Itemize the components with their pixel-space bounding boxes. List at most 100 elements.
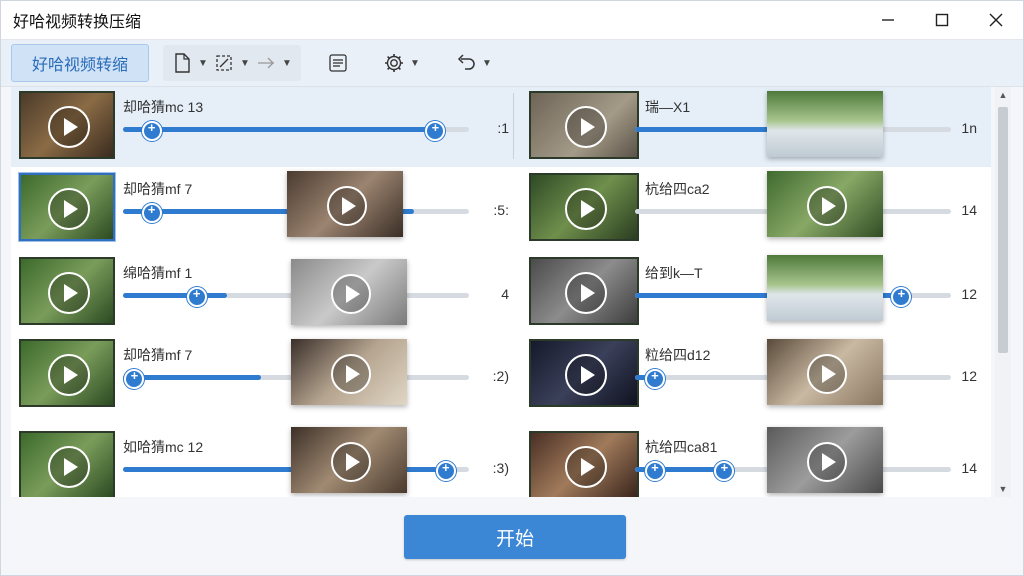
play-icon[interactable]	[565, 272, 607, 314]
play-icon[interactable]	[565, 354, 607, 396]
video-name: 杭给四ca81	[645, 439, 718, 455]
list-item[interactable]: 瑞—X1 1n	[515, 87, 991, 167]
slider-handle[interactable]	[141, 202, 162, 223]
video-thumbnail[interactable]	[529, 339, 639, 407]
file-button[interactable]	[169, 50, 195, 76]
play-icon[interactable]	[331, 442, 371, 482]
list-icon	[329, 54, 347, 72]
crop-dropdown[interactable]: ▼	[237, 50, 253, 76]
video-thumbnail[interactable]	[19, 339, 115, 407]
gear-icon	[385, 54, 403, 72]
split-dropdown[interactable]: ▼	[279, 50, 295, 76]
play-icon[interactable]	[807, 354, 847, 394]
list-row: 却哈猜mc 13 :1 瑞—X1 1n	[11, 87, 991, 171]
play-icon[interactable]	[807, 442, 847, 482]
split-icon	[258, 57, 274, 69]
video-thumbnail[interactable]	[19, 431, 115, 497]
video-name: 杭给四ca2	[645, 181, 710, 197]
list-item[interactable]: 却哈猜mf 7 :5:	[11, 169, 515, 249]
video-preview	[291, 259, 407, 325]
slider-handle[interactable]	[644, 368, 665, 389]
slider-handle[interactable]	[644, 460, 665, 481]
vertical-scrollbar[interactable]: ▲ ▼	[995, 87, 1011, 497]
video-thumbnail[interactable]	[529, 91, 639, 159]
video-preview	[287, 171, 403, 237]
slider-handle[interactable]	[714, 460, 735, 481]
title-bar: 好哈视频转换压缩	[1, 1, 1023, 40]
play-icon[interactable]	[48, 106, 90, 148]
undo-icon	[457, 54, 475, 70]
video-thumbnail[interactable]	[19, 91, 115, 159]
scroll-up-icon[interactable]: ▲	[995, 87, 1011, 103]
play-icon[interactable]	[331, 354, 371, 394]
settings-group: ▼	[375, 45, 429, 81]
minimize-button[interactable]	[861, 1, 915, 39]
list-item[interactable]: 绵哈猜mf 1 4	[11, 253, 515, 333]
list-group	[319, 45, 357, 81]
video-preview	[767, 171, 883, 237]
list-row: 如哈猜mc 12 :3) 杭给四ca81 14	[11, 419, 991, 497]
video-thumbnail[interactable]	[529, 257, 639, 325]
video-name: 瑞—X1	[645, 99, 691, 115]
app-window: 好哈视频转换压缩 好哈视频转缩 ▼ ▼ ▼ ▼ ▼ 却哈猜mc 13 + +:…	[0, 0, 1024, 576]
video-thumbnail[interactable]	[529, 431, 639, 497]
list-item[interactable]: 粒给四d12 12	[515, 335, 991, 415]
video-value: 14	[961, 202, 977, 218]
play-icon[interactable]	[331, 274, 371, 314]
video-thumbnail[interactable]	[19, 257, 115, 325]
undo-dropdown[interactable]: ▼	[479, 50, 495, 76]
slider-handle[interactable]	[124, 368, 145, 389]
play-icon[interactable]	[48, 272, 90, 314]
slider-handle[interactable]	[141, 120, 162, 141]
video-thumbnail[interactable]	[529, 173, 639, 241]
list-item[interactable]: 杭给四ca81 14	[515, 427, 991, 497]
video-name: 却哈猜mc 13	[123, 99, 204, 115]
video-value: :3)	[492, 460, 509, 476]
split-button[interactable]	[253, 50, 279, 76]
video-thumbnail[interactable]	[19, 173, 115, 241]
app-mode-button[interactable]: 好哈视频转缩	[11, 44, 149, 82]
video-preview	[767, 427, 883, 493]
crop-icon	[216, 55, 232, 71]
scrollbar-thumb[interactable]	[998, 107, 1008, 353]
video-name: 粒给四d12	[645, 347, 711, 363]
settings-button[interactable]	[381, 50, 407, 76]
undo-button[interactable]	[453, 50, 479, 76]
play-icon[interactable]	[327, 186, 367, 226]
list-item[interactable]: 杭给四ca2 14	[515, 169, 991, 249]
video-name: 给到k—T	[645, 265, 703, 281]
maximize-icon	[935, 13, 949, 27]
play-icon[interactable]	[48, 188, 90, 230]
video-value: 12	[961, 368, 977, 384]
play-icon[interactable]	[565, 106, 607, 148]
scroll-down-icon[interactable]: ▼	[995, 481, 1011, 497]
play-icon[interactable]	[565, 188, 607, 230]
maximize-button[interactable]	[915, 1, 969, 39]
video-value: 14	[961, 460, 977, 476]
compression-slider[interactable]	[123, 120, 469, 141]
slider-handle[interactable]	[425, 120, 446, 141]
video-name: 如哈猜mc 12	[123, 439, 204, 455]
list-row: 却哈猜mf 7 :5: 杭给四ca2 14	[11, 169, 991, 253]
list-item[interactable]: 却哈猜mc 13 :1	[11, 87, 515, 167]
close-button[interactable]	[969, 1, 1023, 39]
play-icon[interactable]	[48, 446, 90, 488]
list-item[interactable]: 却哈猜mf 7 :2)	[11, 335, 515, 415]
video-preview	[291, 339, 407, 405]
divider	[513, 93, 514, 159]
play-icon[interactable]	[807, 186, 847, 226]
start-button[interactable]: 开始	[404, 515, 626, 559]
slider-handle[interactable]	[891, 286, 912, 307]
crop-button[interactable]	[211, 50, 237, 76]
play-icon[interactable]	[48, 354, 90, 396]
file-dropdown[interactable]: ▼	[195, 50, 211, 76]
settings-dropdown[interactable]: ▼	[407, 50, 423, 76]
play-icon[interactable]	[565, 446, 607, 488]
slider-handle[interactable]	[186, 286, 207, 307]
toolbar: 好哈视频转缩 ▼ ▼ ▼ ▼ ▼	[1, 40, 1023, 87]
list-item[interactable]: 如哈猜mc 12 :3)	[11, 427, 515, 497]
slider-handle[interactable]	[435, 460, 456, 481]
list-item[interactable]: 给到k—T 12	[515, 253, 991, 333]
list-button[interactable]	[325, 50, 351, 76]
close-icon	[989, 13, 1003, 27]
